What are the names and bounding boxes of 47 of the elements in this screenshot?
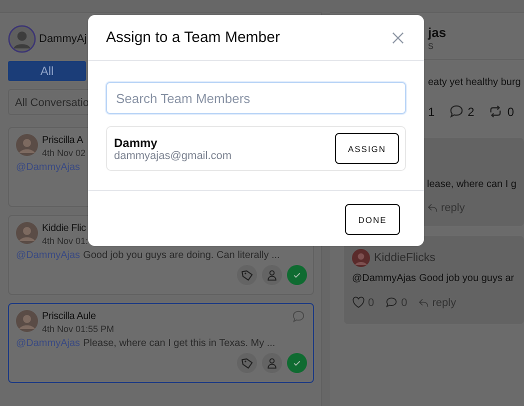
check-icon — [292, 270, 302, 280]
tag-button[interactable] — [237, 353, 257, 373]
tab[interactable]: All — [8, 61, 86, 81]
person-icon — [266, 357, 278, 369]
message-time: 4th Nov 01: — [42, 235, 88, 247]
check-icon — [292, 358, 302, 368]
sender-name: Priscilla A — [42, 134, 84, 147]
done-button[interactable]: DONE — [345, 204, 400, 235]
message-time: 4th Nov 02 — [42, 147, 86, 159]
comment-icon — [292, 310, 305, 323]
comment-icon — [448, 104, 464, 119]
avatar-icon — [16, 310, 38, 332]
assign-button[interactable] — [262, 265, 282, 285]
comment-text: @DammyAjas Good job you guys ar — [352, 273, 514, 284]
post-author: jas — [428, 26, 448, 40]
message-time: 4th Nov 01:55 PM — [42, 323, 114, 335]
heart-icon — [352, 296, 365, 309]
reply-icon — [427, 202, 439, 214]
repost-count: 0 — [507, 104, 514, 118]
repost-icon — [488, 104, 504, 119]
profile-name: DammyAj — [39, 33, 87, 45]
comment-count: 2 — [468, 104, 474, 118]
close-icon[interactable] — [392, 32, 404, 44]
sender-name: Kiddie Flic — [42, 222, 86, 235]
person-icon — [266, 269, 278, 281]
comment-text: lease, where can I g — [427, 179, 516, 190]
avatar-icon — [352, 249, 370, 267]
avatar-icon — [16, 134, 38, 156]
resolve-button[interactable] — [287, 353, 307, 373]
assign-button[interactable]: ASSIGN — [335, 133, 399, 164]
sender-name: Priscilla Aule — [42, 310, 96, 323]
like-count: 1 — [428, 104, 435, 118]
post-handle: s — [428, 40, 434, 52]
assign-button[interactable] — [262, 353, 282, 373]
comment-icon — [385, 296, 398, 309]
post-text: eaty yet healthy burg — [428, 77, 521, 88]
avatar-icon — [16, 222, 38, 244]
member-email: dammyajas@gmail.com — [114, 150, 232, 162]
tag-icon — [240, 356, 254, 370]
dialog-title: Assign to a Team Member — [106, 29, 280, 46]
tag-button[interactable] — [237, 265, 257, 285]
avatar-icon — [8, 25, 36, 53]
tag-icon — [240, 268, 254, 282]
resolve-button[interactable] — [287, 265, 307, 285]
search-field[interactable]: Search Team Members — [106, 82, 406, 114]
member-name: Dammy — [114, 136, 158, 150]
reply-icon — [418, 296, 430, 308]
